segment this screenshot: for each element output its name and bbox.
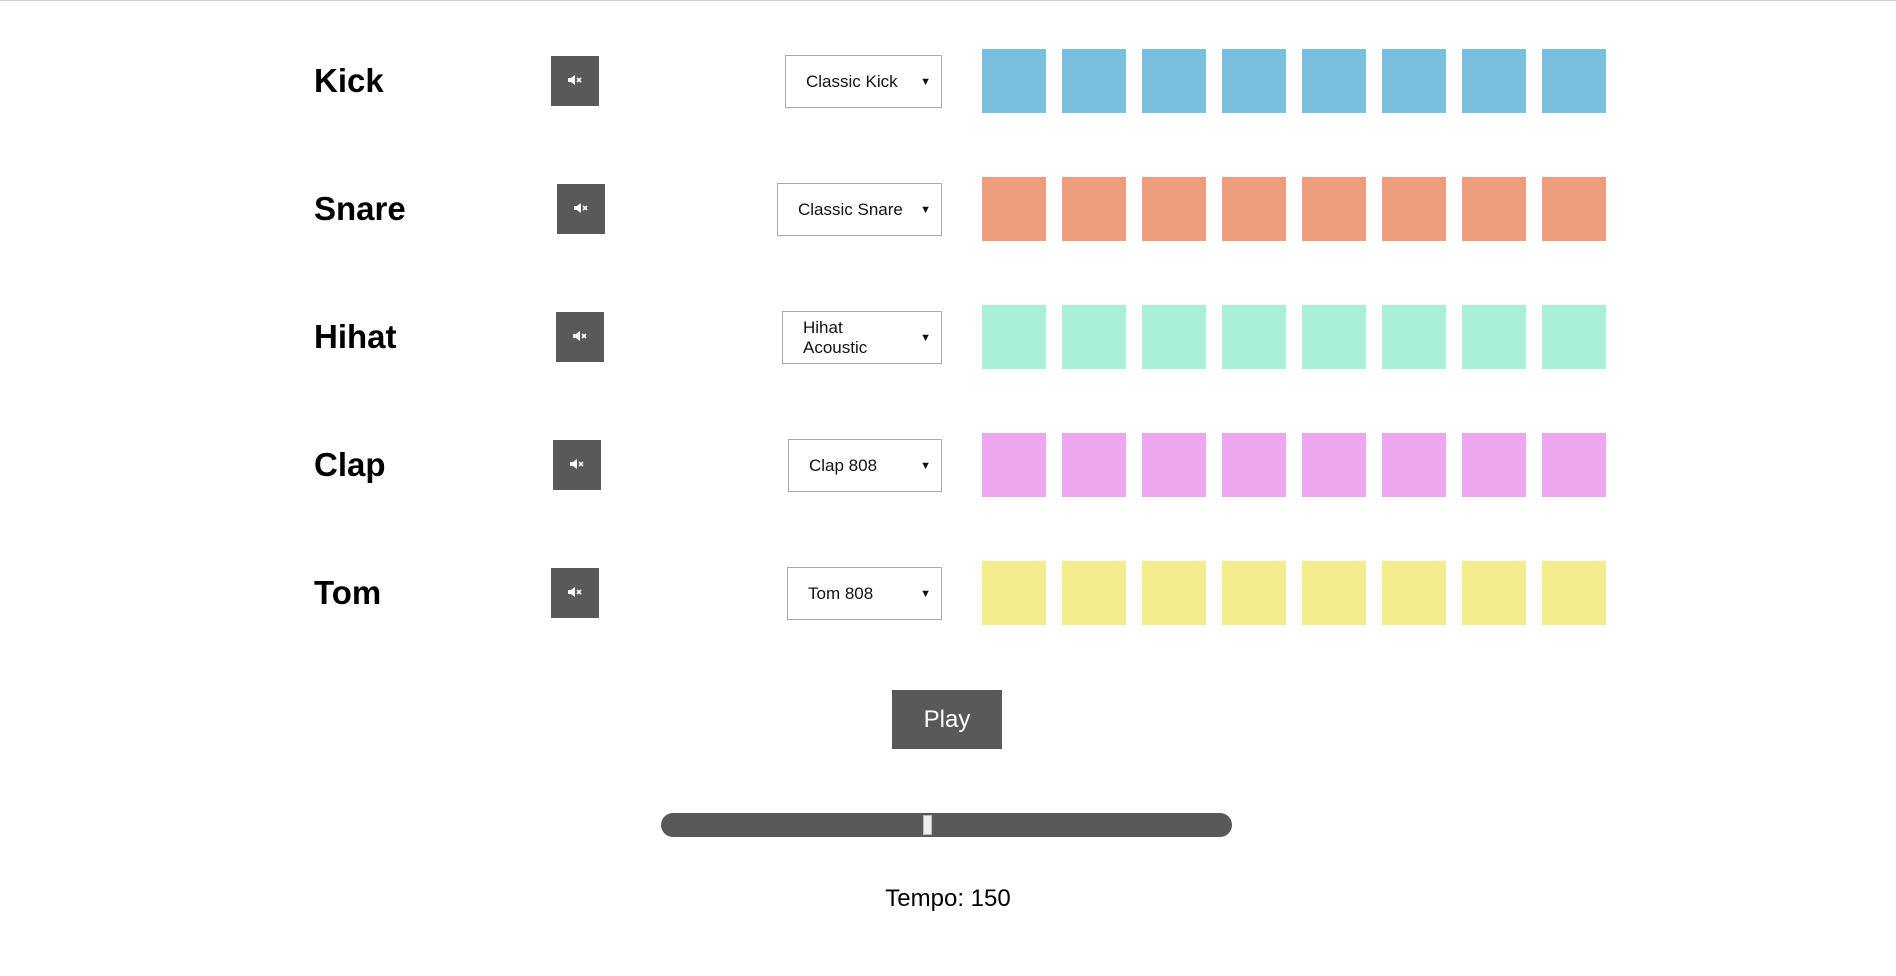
volume-mute-icon xyxy=(567,586,583,601)
volume-mute-icon xyxy=(572,330,588,345)
step-pad-2[interactable] xyxy=(1062,305,1126,369)
track-row-hihat: Hihat Hihat Acoustic ▼ xyxy=(0,305,1896,369)
step-pad-7[interactable] xyxy=(1462,561,1526,625)
step-pad-5[interactable] xyxy=(1302,305,1366,369)
track-label: Kick xyxy=(314,62,384,99)
step-pad-8[interactable] xyxy=(1542,49,1606,113)
step-pad-2[interactable] xyxy=(1062,433,1126,497)
step-pad-5[interactable] xyxy=(1302,177,1366,241)
volume-mute-icon xyxy=(567,74,583,89)
step-pad-8[interactable] xyxy=(1542,177,1606,241)
step-pad-4[interactable] xyxy=(1222,305,1286,369)
sample-select[interactable]: Clap 808 ▼ xyxy=(788,439,942,492)
step-pad-8[interactable] xyxy=(1542,561,1606,625)
mute-button[interactable] xyxy=(557,184,605,234)
tempo-slider[interactable] xyxy=(661,813,1232,837)
step-pad-6[interactable] xyxy=(1382,49,1446,113)
sample-select-value: Clap 808 xyxy=(809,455,878,475)
step-pad-5[interactable] xyxy=(1302,561,1366,625)
tempo-slider-thumb[interactable] xyxy=(923,815,933,835)
step-pad-1[interactable] xyxy=(982,177,1046,241)
mute-button[interactable] xyxy=(556,312,604,362)
step-pad-3[interactable] xyxy=(1142,561,1206,625)
volume-mute-icon xyxy=(573,202,589,217)
step-pad-4[interactable] xyxy=(1222,177,1286,241)
tempo-label: Tempo: 150 xyxy=(885,885,1011,912)
track-label: Snare xyxy=(314,190,406,227)
dropdown-arrow-icon: ▼ xyxy=(920,331,931,344)
track-row-snare: Snare Classic Snare ▼ xyxy=(0,177,1896,241)
step-pad-7[interactable] xyxy=(1462,433,1526,497)
track-label: Hihat xyxy=(314,318,397,355)
track-row-kick: Kick Classic Kick ▼ xyxy=(0,49,1896,113)
mute-button[interactable] xyxy=(553,440,601,490)
sample-select[interactable]: Classic Snare ▼ xyxy=(777,183,942,236)
step-pad-6[interactable] xyxy=(1382,177,1446,241)
play-button[interactable]: Play xyxy=(892,690,1002,749)
step-pad-3[interactable] xyxy=(1142,305,1206,369)
track-row-tom: Tom Tom 808 ▼ xyxy=(0,561,1896,625)
sample-select[interactable]: Classic Kick ▼ xyxy=(785,55,942,108)
mute-button[interactable] xyxy=(551,56,599,106)
dropdown-arrow-icon: ▼ xyxy=(920,587,931,600)
step-pad-1[interactable] xyxy=(982,49,1046,113)
track-row-clap: Clap Clap 808 ▼ xyxy=(0,433,1896,497)
step-pad-2[interactable] xyxy=(1062,49,1126,113)
sample-select-value: Classic Kick xyxy=(806,71,898,91)
sample-select[interactable]: Hihat Acoustic ▼ xyxy=(782,311,942,364)
sample-select[interactable]: Tom 808 ▼ xyxy=(787,567,942,620)
step-pad-4[interactable] xyxy=(1222,49,1286,113)
step-pad-6[interactable] xyxy=(1382,433,1446,497)
step-pad-7[interactable] xyxy=(1462,305,1526,369)
dropdown-arrow-icon: ▼ xyxy=(920,459,931,472)
sample-select-value: Classic Snare xyxy=(798,199,903,219)
step-pad-2[interactable] xyxy=(1062,561,1126,625)
step-pad-4[interactable] xyxy=(1222,433,1286,497)
step-pad-3[interactable] xyxy=(1142,49,1206,113)
step-pad-1[interactable] xyxy=(982,561,1046,625)
sample-select-value: Hihat Acoustic xyxy=(803,317,868,357)
step-pad-4[interactable] xyxy=(1222,561,1286,625)
step-pad-5[interactable] xyxy=(1302,433,1366,497)
step-pad-5[interactable] xyxy=(1302,49,1366,113)
step-pad-3[interactable] xyxy=(1142,433,1206,497)
step-pad-1[interactable] xyxy=(982,433,1046,497)
sample-select-value: Tom 808 xyxy=(808,583,874,603)
volume-mute-icon xyxy=(569,458,585,473)
step-pad-1[interactable] xyxy=(982,305,1046,369)
step-pad-8[interactable] xyxy=(1542,305,1606,369)
track-label: Tom xyxy=(314,574,382,611)
track-label: Clap xyxy=(314,446,386,483)
step-pad-8[interactable] xyxy=(1542,433,1606,497)
dropdown-arrow-icon: ▼ xyxy=(920,75,931,88)
step-pad-6[interactable] xyxy=(1382,305,1446,369)
step-pad-7[interactable] xyxy=(1462,177,1526,241)
step-pad-2[interactable] xyxy=(1062,177,1126,241)
dropdown-arrow-icon: ▼ xyxy=(920,203,931,216)
step-pad-7[interactable] xyxy=(1462,49,1526,113)
step-pad-3[interactable] xyxy=(1142,177,1206,241)
step-pad-6[interactable] xyxy=(1382,561,1446,625)
mute-button[interactable] xyxy=(551,568,599,618)
